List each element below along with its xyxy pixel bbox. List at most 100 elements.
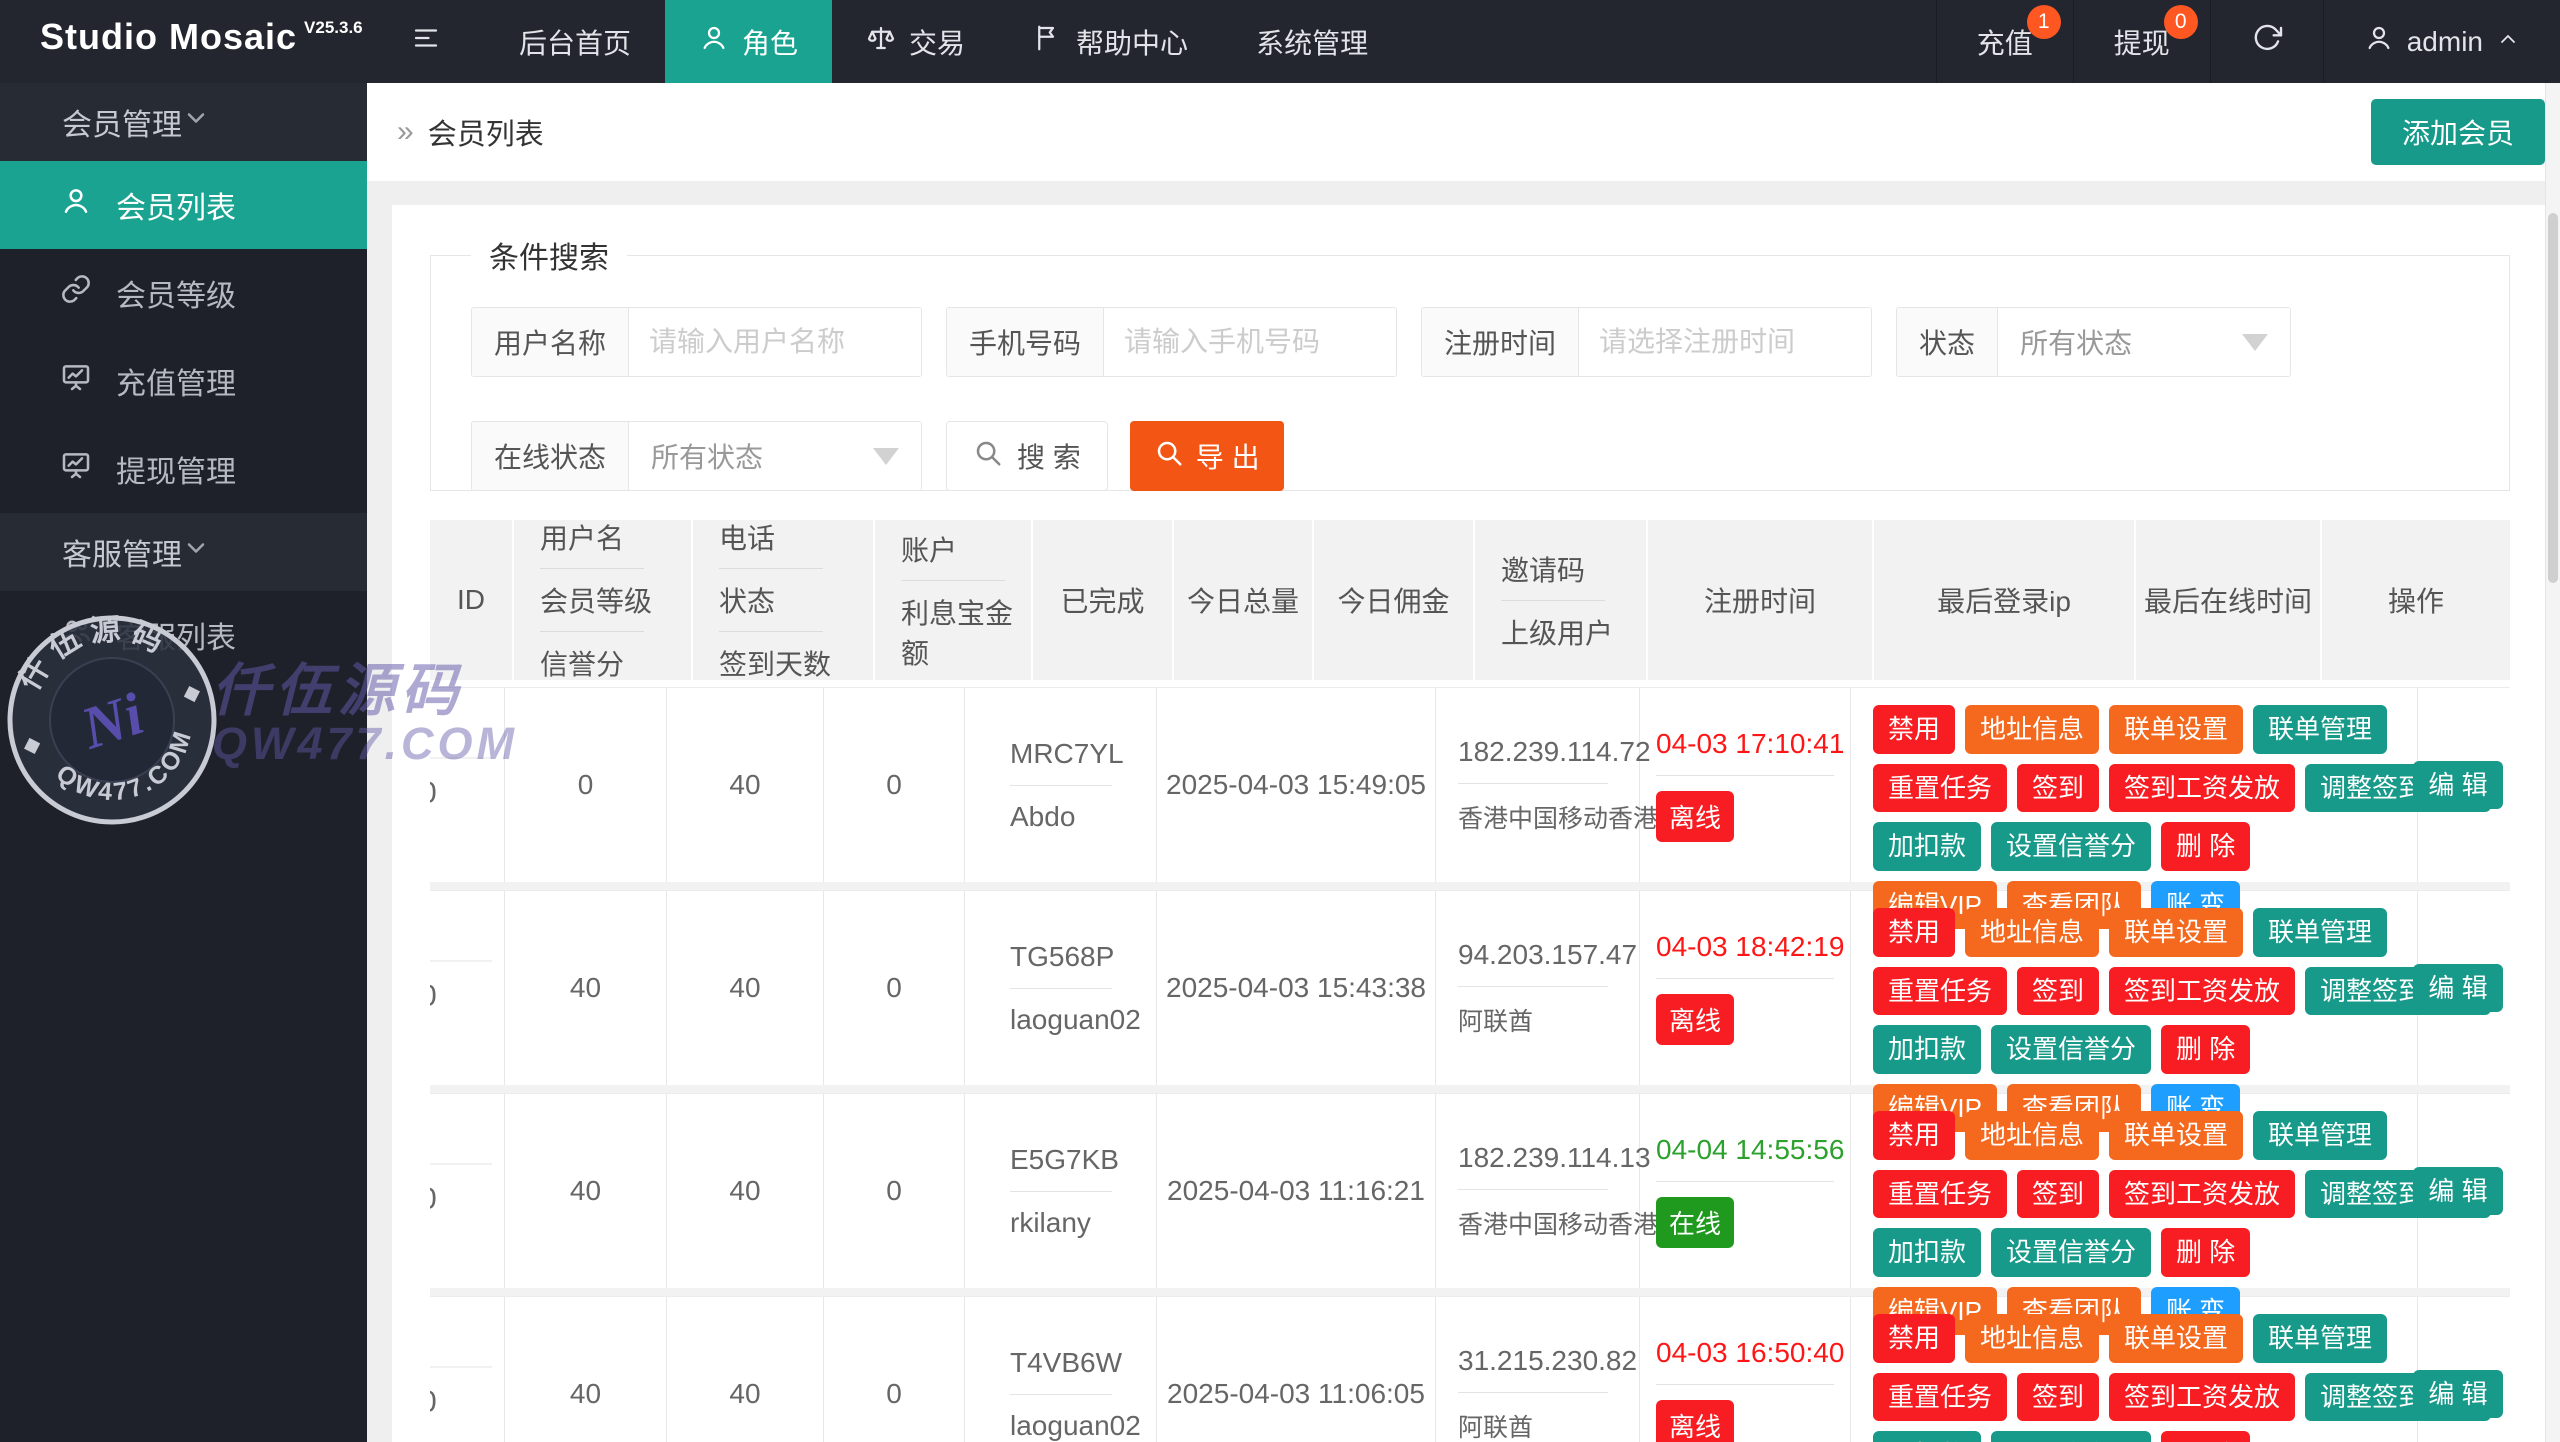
action-set-credit-score[interactable]: 设置信誉分 — [1991, 1431, 2151, 1442]
withdraw-button[interactable]: 提现 0 — [2073, 0, 2210, 83]
action-check-in-salary[interactable]: 签到工资发放 — [2109, 1373, 2295, 1422]
action-check-in[interactable]: 签到 — [2017, 967, 2099, 1016]
action-reset-tasks[interactable]: 重置任务 — [1873, 764, 2007, 813]
cell-reg-time: 2025-04-03 15:43:38 — [1157, 891, 1436, 1085]
phone-input[interactable] — [1104, 308, 1396, 376]
sidebar-item-member-level[interactable]: 会员等级 — [0, 249, 367, 337]
action-add-deduct-funds[interactable]: 加扣款 — [1873, 1431, 1981, 1442]
tab-roles[interactable]: 角色 — [665, 0, 832, 83]
online-status-select[interactable]: 所有状态 — [629, 422, 921, 490]
online-status-group: 在线状态 所有状态 — [471, 421, 922, 491]
action-check-in[interactable]: 签到 — [2017, 764, 2099, 813]
topbar-right: 充值 1 提现 0 admin — [1936, 0, 2560, 83]
recharge-button[interactable]: 充值 1 — [1936, 0, 2073, 83]
action-address-info[interactable]: 地址信息 — [1965, 1111, 2099, 1160]
sidebar-item-member-list[interactable]: 会员列表 — [0, 161, 367, 249]
action-edit[interactable]: 编 辑 — [2413, 964, 2502, 1013]
action-check-in[interactable]: 签到 — [2017, 1170, 2099, 1219]
sidebar-item-recharge-management[interactable]: 充值管理 — [0, 337, 367, 425]
tab-home[interactable]: 后台首页 — [485, 0, 665, 83]
action-check-in[interactable]: 签到 — [2017, 1373, 2099, 1422]
hamburger-icon — [411, 23, 441, 60]
action-add-deduct-funds[interactable]: 加扣款 — [1873, 822, 1981, 871]
cell-value-1: 40 — [505, 1297, 667, 1442]
cell-value-3: 0 — [824, 891, 965, 1085]
action-delete[interactable]: 删 除 — [2161, 1228, 2250, 1277]
last-login-ip: 182.239.114.72 — [1458, 736, 1651, 768]
clipped-value: 0 — [430, 1182, 505, 1216]
action-address-info[interactable]: 地址信息 — [1965, 908, 2099, 957]
breadcrumb-arrow-icon: » — [397, 115, 414, 149]
collapse-sidebar-button[interactable] — [367, 0, 485, 83]
scrollbar-thumb[interactable] — [2548, 213, 2558, 583]
action-linked-order-manage[interactable]: 联单管理 — [2253, 1111, 2387, 1160]
action-add-deduct-funds[interactable]: 加扣款 — [1873, 1228, 1981, 1277]
action-edit[interactable]: 编 辑 — [2413, 761, 2502, 810]
action-disable[interactable]: 禁用 — [1873, 908, 1955, 957]
action-set-credit-score[interactable]: 设置信誉分 — [1991, 1228, 2151, 1277]
action-check-in-salary[interactable]: 签到工资发放 — [2109, 967, 2295, 1016]
action-edit[interactable]: 编 辑 — [2413, 1167, 2502, 1216]
content-panel: 条件搜索 用户名称 手机号码 注册时间 状态 所有状态 — [392, 205, 2545, 1442]
action-delete[interactable]: 删 除 — [2161, 1431, 2250, 1442]
action-linked-order-manage[interactable]: 联单管理 — [2253, 1314, 2387, 1363]
action-disable[interactable]: 禁用 — [1873, 1314, 1955, 1363]
action-disable[interactable]: 禁用 — [1873, 705, 1955, 754]
online-state-badge: 离线 — [1656, 1400, 1734, 1442]
sidebar-group-member-management[interactable]: 会员管理 — [0, 83, 367, 161]
sidebar-item-withdraw-management[interactable]: 提现管理 — [0, 425, 367, 513]
action-linked-order-settings[interactable]: 联单设置 — [2109, 1314, 2243, 1363]
action-delete[interactable]: 删 除 — [2161, 1025, 2250, 1074]
action-check-in-salary[interactable]: 签到工资发放 — [2109, 764, 2295, 813]
action-set-credit-score[interactable]: 设置信誉分 — [1991, 822, 2151, 871]
tab-system[interactable]: 系统管理 — [1222, 0, 1402, 83]
sidebar-group-support-management[interactable]: 客服管理 — [0, 513, 367, 591]
action-reset-tasks[interactable]: 重置任务 — [1873, 967, 2007, 1016]
user-icon — [2364, 23, 2394, 60]
action-linked-order-settings[interactable]: 联单设置 — [2109, 1111, 2243, 1160]
reg-time-input[interactable] — [1579, 308, 1871, 376]
action-add-deduct-funds[interactable]: 加扣款 — [1873, 1025, 1981, 1074]
refresh-button[interactable] — [2210, 0, 2323, 83]
action-linked-order-manage[interactable]: 联单管理 — [2253, 908, 2387, 957]
cell-clipped: 0 — [430, 688, 505, 882]
action-linked-order-settings[interactable]: 联单设置 — [2109, 908, 2243, 957]
username-input[interactable] — [629, 308, 921, 376]
sidebar: 会员管理 会员列表 会员等级 充值管理 提 — [0, 83, 367, 1442]
table-row: 0 0 40 0 MRC7YL Abdo 2025-04-03 15:49:05… — [430, 687, 2510, 882]
reg-time-label: 注册时间 — [1422, 308, 1579, 376]
member-list-page: Studio Mosaic V25.3.6 后台首页 角色 交易 — [0, 0, 2560, 1442]
admin-menu[interactable]: admin — [2323, 0, 2560, 83]
action-set-credit-score[interactable]: 设置信誉分 — [1991, 1025, 2151, 1074]
flag-icon — [1033, 23, 1063, 60]
status-group: 状态 所有状态 — [1896, 307, 2291, 377]
brand-logo: Studio Mosaic V25.3.6 — [0, 0, 367, 83]
action-check-in-salary[interactable]: 签到工资发放 — [2109, 1170, 2295, 1219]
action-reset-tasks[interactable]: 重置任务 — [1873, 1170, 2007, 1219]
export-button[interactable]: 导 出 — [1130, 421, 1284, 491]
search-button[interactable]: 搜 索 — [946, 421, 1108, 491]
sidebar-item-support-list[interactable]: 客服列表 — [0, 591, 367, 679]
tab-help-center[interactable]: 帮助中心 — [999, 0, 1222, 83]
last-online-time: 04-04 14:55:56 — [1656, 1134, 1844, 1166]
status-select[interactable]: 所有状态 — [1998, 308, 2290, 376]
action-edit[interactable]: 编 辑 — [2413, 1370, 2502, 1419]
online-state-badge: 在线 — [1656, 1197, 1734, 1248]
action-address-info[interactable]: 地址信息 — [1965, 705, 2099, 754]
cell-value-1: 0 — [505, 688, 667, 882]
cell-value-3: 0 — [824, 1297, 965, 1442]
action-delete[interactable]: 删 除 — [2161, 822, 2250, 871]
status-label: 状态 — [1897, 308, 1998, 376]
tab-trade[interactable]: 交易 — [832, 0, 999, 83]
action-linked-order-settings[interactable]: 联单设置 — [2109, 705, 2243, 754]
last-login-ip: 31.215.230.82 — [1458, 1345, 1637, 1377]
action-linked-order-manage[interactable]: 联单管理 — [2253, 705, 2387, 754]
action-disable[interactable]: 禁用 — [1873, 1111, 1955, 1160]
cell-invite-code: T4VB6W laoguan02 — [965, 1297, 1157, 1442]
action-address-info[interactable]: 地址信息 — [1965, 1314, 2099, 1363]
invite-code: E5G7KB — [1010, 1144, 1119, 1176]
action-reset-tasks[interactable]: 重置任务 — [1873, 1373, 2007, 1422]
cell-invite-code: MRC7YL Abdo — [965, 688, 1157, 882]
add-member-button[interactable]: 添加会员 — [2371, 99, 2545, 165]
online-status-label: 在线状态 — [472, 422, 629, 490]
